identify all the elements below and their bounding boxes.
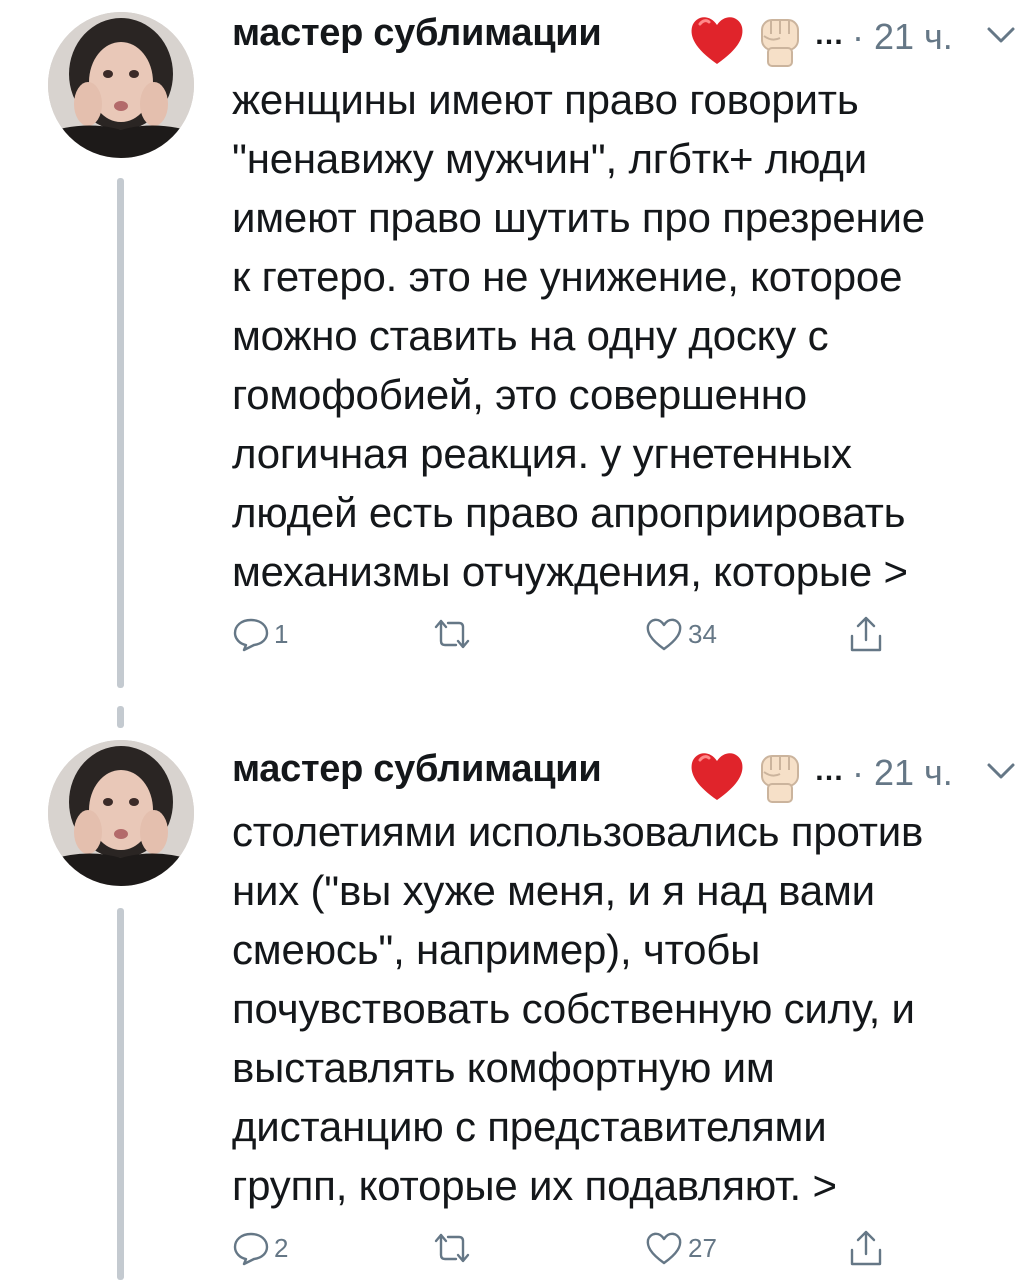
avatar[interactable] [48,740,194,886]
heart-icon [691,753,743,800]
text-line: к гетеро. это не унижение, которое [232,253,903,300]
text-line: "ненавижу мужчин", лгбтк+ люди [232,135,867,182]
text-line: смеюсь", например), чтобы [232,926,761,973]
like-count: 34 [688,618,717,649]
chevron-down-icon[interactable] [984,22,1018,48]
text-line: столетиями использовались против [232,808,924,855]
tweet-time[interactable]: · 21 ч. [852,752,953,794]
reply-button[interactable]: 1 [232,606,288,662]
like-button[interactable]: 27 [644,1220,717,1276]
raised-fist-icon [761,19,799,67]
text-line: выставлять комфортную им [232,1044,775,1091]
author-name[interactable]: мастер сублимации [232,748,602,791]
text-line: гомофобией, это совершенно [232,371,807,418]
text-line: механизмы отчуждения, которые > [232,548,908,595]
tweet-1[interactable]: мастер сублимации … · 21 ч. женщины имею… [0,0,1024,700]
text-line: почувствовать собственную силу, и [232,985,915,1032]
share-icon [850,1230,882,1266]
reply-icon [233,618,269,652]
retweet-button[interactable] [430,606,478,662]
text-line: них ("вы хуже меня, и я над вами [232,867,875,914]
avatar-photo [48,740,194,886]
tweet-text: женщины имеют право говорить "ненавижу м… [232,70,1012,601]
reply-count: 2 [274,1232,289,1263]
share-button[interactable] [848,1220,884,1276]
raised-fist-icon [761,755,799,803]
text-line: женщины имеют право говорить [232,76,859,123]
like-count: 27 [688,1232,717,1263]
heart-icon [691,17,743,65]
reply-count: 1 [274,618,289,649]
share-button[interactable] [848,606,884,662]
heart-outline-icon [646,618,682,651]
text-line: имеют право шутить про презрение [232,194,925,241]
thread-connector [117,706,124,728]
chevron-down-icon[interactable] [984,758,1018,784]
tweet-actions: 2 27 [232,1220,1012,1276]
text-line: людей есть право апроприировать [232,489,906,536]
retweet-icon [434,1233,470,1263]
truncation-ellipsis: … [814,18,844,51]
author-name[interactable]: мастер сублимации [232,12,602,55]
truncation-ellipsis: … [814,754,844,787]
text-line: логичная реакция. у угнетенных [232,430,852,477]
thread-line [117,908,124,1280]
tweet-text: столетиями использовались против них ("в… [232,802,1012,1215]
reply-icon [233,1232,269,1266]
avatar[interactable] [48,12,194,158]
tweet-time[interactable]: · 21 ч. [852,16,953,58]
tweet-2[interactable]: мастер сублимации … · 21 ч. столетиями и… [0,736,1024,1280]
text-line: групп, которые их подавляют. > [232,1162,837,1209]
thread-line [117,178,124,688]
heart-outline-icon [646,1232,682,1265]
tweet-header: мастер сублимации … · 21 ч. [232,744,1015,804]
like-button[interactable]: 34 [644,606,717,662]
avatar-photo [48,12,194,158]
text-line: можно ставить на одну доску с [232,312,829,359]
retweet-button[interactable] [430,1220,478,1276]
tweet-actions: 1 34 [232,606,1012,662]
tweet-header: мастер сублимации … · 21 ч. [232,8,1015,68]
share-icon [850,616,882,652]
retweet-icon [434,619,470,649]
reply-button[interactable]: 2 [232,1220,288,1276]
text-line: дистанцию с представителями [232,1103,827,1150]
